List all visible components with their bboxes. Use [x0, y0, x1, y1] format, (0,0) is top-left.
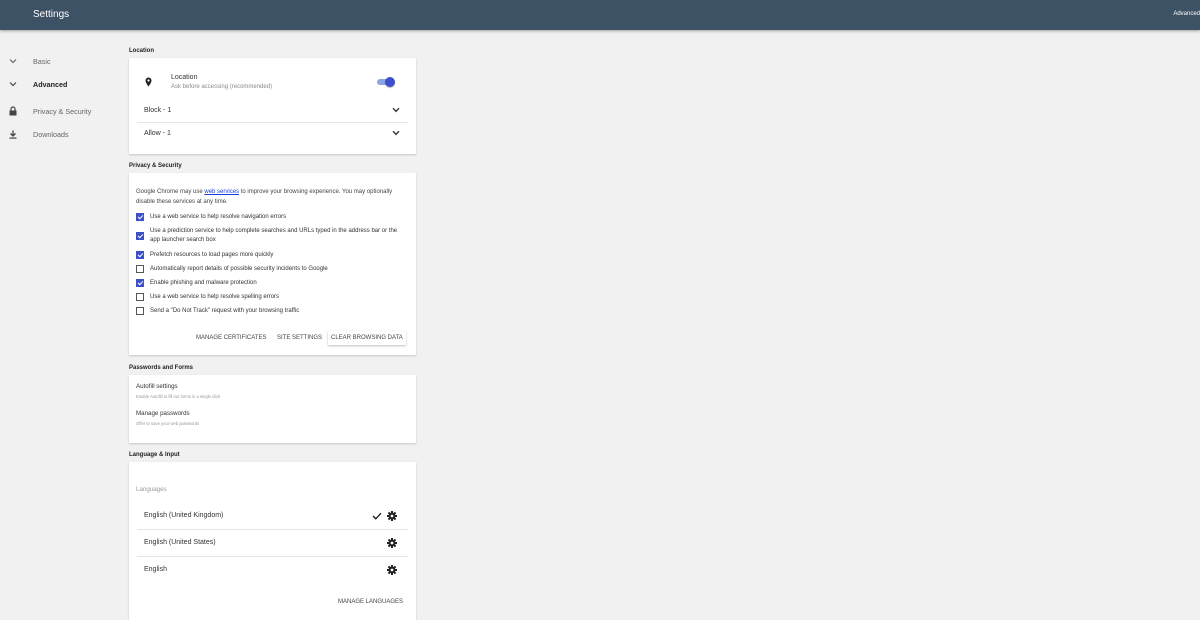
spelling-errors-checkbox[interactable]: [136, 293, 144, 301]
location-card: Location Ask before accessing (recommend…: [129, 58, 416, 154]
language-label: English (United States): [144, 539, 216, 546]
manage-languages-button[interactable]: MANAGE LANGUAGES: [338, 599, 403, 605]
gear-icon[interactable]: [387, 538, 397, 550]
sidebar-item-advanced[interactable]: Advanced: [0, 77, 120, 91]
option-label: Use a prediction service to help complet…: [150, 228, 398, 243]
location-block-row[interactable]: Block - 1: [137, 100, 408, 122]
language-row[interactable]: English (United Kingdom): [137, 503, 408, 529]
chevron-down-icon: [8, 56, 18, 66]
sidebar-item-privacy-security[interactable]: Privacy & Security: [0, 104, 120, 118]
section-heading-language: Language & Input: [129, 452, 180, 458]
sidebar-item-label: Basic: [33, 56, 51, 66]
location-allow-row[interactable]: Allow - 1: [137, 123, 408, 145]
option-label: Automatically report details of possible…: [150, 266, 328, 272]
manage-passwords-title: Manage passwords: [136, 410, 190, 417]
sidebar-item-label: Advanced: [33, 79, 68, 89]
language-label: English (United Kingdom): [144, 512, 224, 519]
sidebar-item-basic[interactable]: Basic: [0, 54, 120, 68]
location-title: Location: [171, 74, 198, 81]
do-not-track-checkbox[interactable]: [136, 307, 144, 315]
language-card: Languages English (United Kingdom) Engli…: [129, 462, 416, 620]
sidebar-item-label: Privacy & Security: [33, 106, 92, 116]
gear-icon[interactable]: [387, 511, 397, 523]
lock-icon: [8, 106, 18, 116]
toggle-knob: [385, 77, 395, 87]
location-toggle[interactable]: [376, 76, 396, 88]
clear-browsing-data-button[interactable]: CLEAR BROWSING DATA: [328, 331, 406, 345]
option-label: Enable phishing and malware protection: [150, 280, 257, 286]
autofill-title: Autofill settings: [136, 383, 178, 390]
option-label: Send a "Do Not Track" request with your …: [150, 308, 300, 314]
download-icon: [8, 129, 18, 139]
location-pin-icon: [145, 77, 152, 89]
privacy-intro-text: Google Chrome may use web services to im…: [136, 187, 401, 207]
chevron-down-icon: [392, 130, 400, 138]
check-icon: [372, 512, 382, 522]
allow-label: Allow - 1: [144, 130, 171, 137]
autofill-subtitle: Enable Autofill to fill out forms in a s…: [136, 394, 221, 399]
navigation-errors-checkbox[interactable]: [136, 213, 144, 221]
sidebar-item-downloads[interactable]: Downloads: [0, 127, 120, 141]
language-row[interactable]: English (United States): [137, 530, 408, 556]
location-subtitle: Ask before accessing (recommended): [171, 84, 273, 90]
page-title: Settings: [33, 9, 70, 20]
manage-passwords-subtitle: Offer to save your web passwords: [136, 421, 200, 426]
security-incidents-checkbox[interactable]: [136, 265, 144, 273]
prediction-service-checkbox[interactable]: [136, 232, 144, 240]
top-app-bar: Settings Advanced: [0, 0, 1200, 30]
section-heading-privacy-security: Privacy & Security: [129, 163, 182, 169]
phishing-protection-checkbox[interactable]: [136, 279, 144, 287]
privacy-card: Google Chrome may use web services to im…: [129, 173, 416, 355]
language-label: English: [144, 566, 167, 573]
passwords-card: Autofill settings Enable Autofill to fil…: [129, 375, 416, 443]
option-label: Use a web service to help resolve spelli…: [150, 294, 280, 300]
manage-certificates-button[interactable]: MANAGE CERTIFICATES: [196, 335, 266, 341]
web-services-link[interactable]: web services: [204, 189, 239, 195]
gear-icon[interactable]: [387, 565, 397, 577]
prefetch-checkbox[interactable]: [136, 251, 144, 259]
languages-heading: Languages: [136, 486, 167, 493]
sidebar-item-label: Downloads: [33, 129, 69, 139]
section-heading-location: Location: [129, 48, 154, 54]
block-label: Block - 1: [144, 107, 172, 114]
chevron-down-icon: [8, 79, 18, 89]
option-label: Prefetch resources to load pages more qu…: [150, 252, 274, 258]
intro-text-before: Google Chrome may use: [136, 189, 205, 195]
section-heading-passwords: Passwords and Forms: [129, 365, 194, 371]
option-label: Use a web service to help resolve naviga…: [150, 214, 287, 220]
chevron-down-icon: [392, 107, 400, 115]
language-row[interactable]: English: [137, 557, 408, 583]
site-settings-button[interactable]: SITE SETTINGS: [277, 335, 322, 341]
header-right-label[interactable]: Advanced: [1173, 11, 1200, 17]
